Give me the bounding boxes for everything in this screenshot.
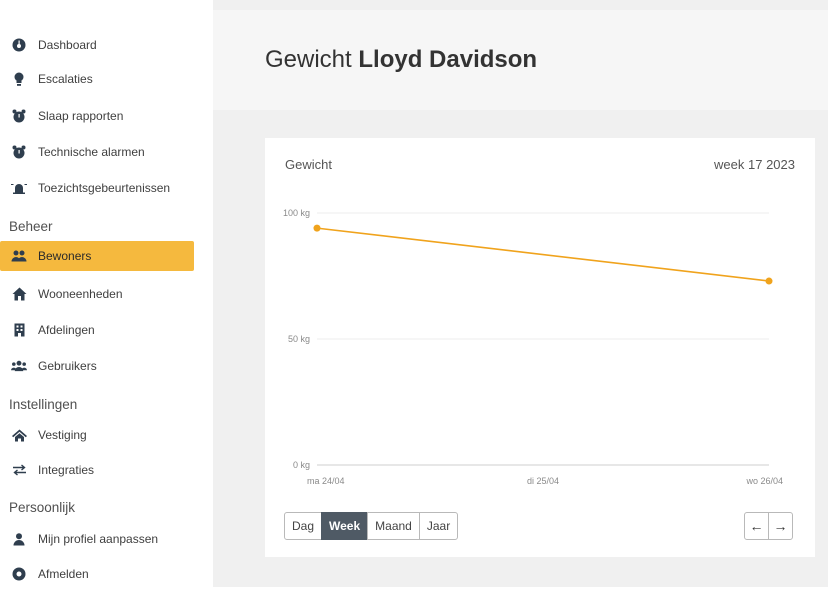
lightbulb-icon xyxy=(11,71,27,87)
user-icon xyxy=(11,531,27,547)
next-period-button[interactable]: → xyxy=(768,512,793,540)
weight-chart: 100 kg 50 kg 0 kg ma 24/04 di 25/04 wo 26/04 xyxy=(283,208,783,486)
section-heading-persoonlijk: Persoonlijk xyxy=(9,500,76,515)
range-button-week[interactable]: Week xyxy=(321,512,369,540)
sidebar-item-label: Afdelingen xyxy=(38,323,95,337)
sidebar-item-slaap-rapporten[interactable]: Slaap rapporten xyxy=(0,101,194,131)
sidebar-item-label: Bewoners xyxy=(38,249,92,263)
prev-period-button[interactable]: ← xyxy=(744,512,769,540)
sidebar-item-escalaties[interactable]: Escalaties xyxy=(0,64,194,94)
sidebar-item-technische-alarmen[interactable]: Technische alarmen xyxy=(0,137,194,167)
sidebar: Dashboard Escalaties Slaap rapporten Tec… xyxy=(0,0,200,587)
house-icon xyxy=(11,286,27,302)
sidebar-item-label: Integraties xyxy=(38,463,95,477)
section-heading-instellingen: Instellingen xyxy=(9,397,78,412)
y-tick-label: 50 kg xyxy=(288,334,310,344)
sidebar-item-afmelden[interactable]: Afmelden xyxy=(0,559,194,589)
sidebar-item-dashboard[interactable]: Dashboard xyxy=(0,30,194,60)
main-content: Gewicht Lloyd Davidson Gewicht week 17 2… xyxy=(213,0,828,587)
series-line xyxy=(316,227,770,282)
range-button-maand[interactable]: Maand xyxy=(367,512,420,540)
range-button-dag[interactable]: Dag xyxy=(284,512,323,540)
home-icon xyxy=(11,427,27,443)
sidebar-item-label: Toezichtsgebeurtenissen xyxy=(38,181,171,195)
sidebar-item-label: Slaap rapporten xyxy=(38,109,124,123)
sidebar-item-label: Mijn profiel aanpassen xyxy=(38,532,159,546)
sidebar-item-mijn-profiel[interactable]: Mijn profiel aanpassen xyxy=(0,524,194,554)
x-tick-label: ma 24/04 xyxy=(307,476,345,486)
period-navigation: ← → xyxy=(744,512,793,540)
arrow-right-icon: → xyxy=(773,518,788,534)
residents-icon xyxy=(11,248,27,264)
weight-card: Gewicht week 17 2023 100 kg 50 kg 0 kg ma 2… xyxy=(265,138,815,557)
y-tick-label: 100 kg xyxy=(283,208,310,218)
sidebar-item-label: Vestiging xyxy=(38,428,87,442)
sidebar-item-label: Dashboard xyxy=(38,38,97,52)
users-icon xyxy=(11,358,27,374)
sidebar-item-vestiging[interactable]: Vestiging xyxy=(0,420,194,450)
x-tick-label: wo 26/04 xyxy=(745,476,783,486)
sidebar-item-label: Escalaties xyxy=(38,72,93,86)
sidebar-item-label: Gebruikers xyxy=(38,359,97,373)
page-title-name: Lloyd Davidson xyxy=(358,46,538,73)
sidebar-item-label: Afmelden xyxy=(38,567,89,581)
page-title: Gewicht Lloyd Davidson xyxy=(265,46,537,74)
building-icon xyxy=(11,322,27,338)
range-button-group: Dag Week Maand Jaar xyxy=(284,512,459,540)
sidebar-item-wooneenheden[interactable]: Wooneenheden xyxy=(0,279,194,309)
swap-icon xyxy=(11,462,27,478)
sidebar-item-gebruikers[interactable]: Gebruikers xyxy=(0,351,194,381)
range-button-jaar[interactable]: Jaar xyxy=(418,512,459,540)
alarm-clock-icon xyxy=(11,144,27,160)
sidebar-item-afdelingen[interactable]: Afdelingen xyxy=(0,315,194,345)
x-tick-label: di 25/04 xyxy=(527,476,559,486)
dashboard-icon xyxy=(11,37,27,53)
section-heading-beheer: Beheer xyxy=(9,219,53,234)
arrow-left-icon: ← xyxy=(749,518,764,534)
sidebar-item-label: Technische alarmen xyxy=(38,145,145,159)
sidebar-item-toezichtsgebeurtenissen[interactable]: Toezichtsgebeurtenissen xyxy=(0,173,194,203)
sidebar-item-bewoners[interactable]: Bewoners xyxy=(0,241,194,271)
alarm-clock-icon xyxy=(11,108,27,124)
sidebar-item-integraties[interactable]: Integraties xyxy=(0,455,194,485)
power-icon xyxy=(11,566,27,582)
siren-icon xyxy=(11,180,27,196)
page-title-prefix: Gewicht xyxy=(265,46,352,73)
data-point[interactable] xyxy=(313,224,321,232)
sidebar-item-label: Wooneenheden xyxy=(38,287,123,301)
data-point[interactable] xyxy=(765,277,773,285)
y-tick-label: 0 kg xyxy=(293,460,310,470)
